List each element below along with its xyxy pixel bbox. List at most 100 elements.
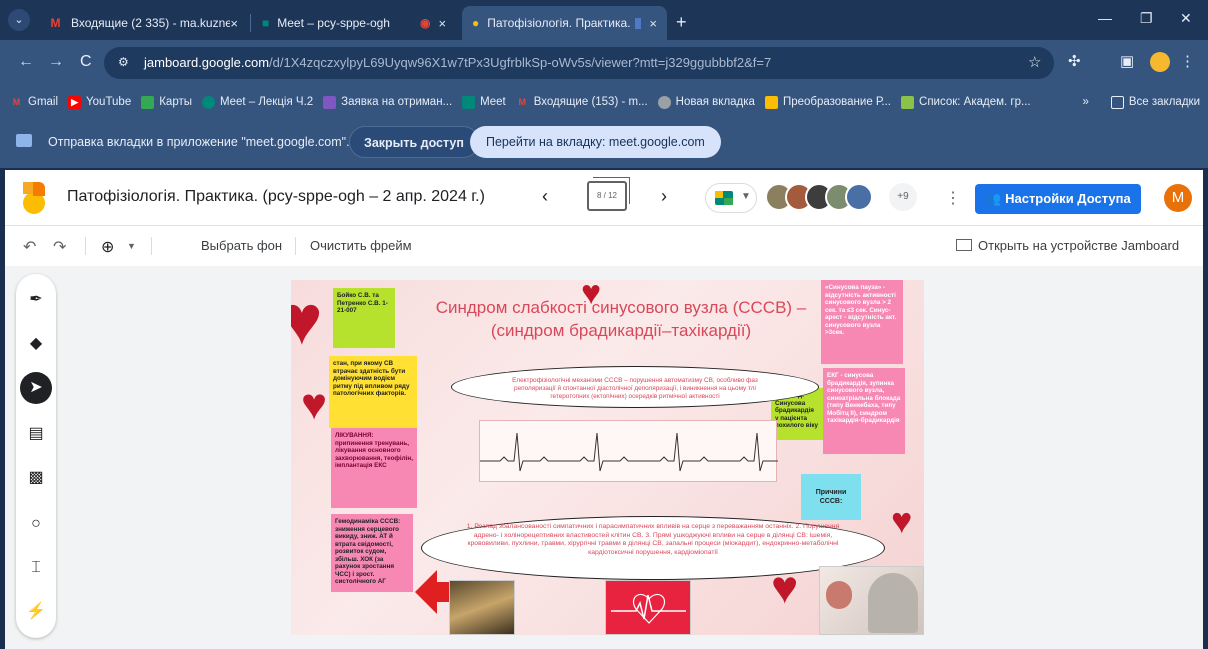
tab-jamboard[interactable]: ● Патофізіологія. Практика. ×	[462, 6, 667, 40]
tab-meet[interactable]: ■ Meet – pcy-sppe-ogh ◉ ×	[252, 6, 447, 40]
bookmark-star-icon[interactable]: ☆	[1028, 53, 1041, 71]
laser-icon[interactable]: ⚡	[24, 600, 48, 624]
stop-sharing-button[interactable]: Закрыть доступ	[349, 126, 479, 158]
bookmarks-overflow-button[interactable]: »	[1082, 96, 1088, 108]
clear-frame-button[interactable]: Очистить фрейм	[310, 238, 412, 253]
chevron-down-icon[interactable]: ▼	[127, 241, 136, 251]
sticky-note-definition[interactable]: стан, при якому СВ втрачає здатність бут…	[329, 356, 417, 428]
back-icon[interactable]: ←	[18, 53, 34, 71]
all-bookmarks-button[interactable]: Все закладки	[1110, 95, 1200, 109]
tool-palette: ✒ ◆ ➤ ▤ ▩ ○ ⌶ ⚡	[16, 274, 56, 638]
meet-icon	[715, 191, 733, 205]
close-icon[interactable]: ×	[230, 16, 238, 31]
more-options-icon[interactable]: ⋮	[945, 188, 961, 208]
meet-icon	[202, 95, 216, 109]
chest-pain-image[interactable]	[819, 566, 924, 635]
set-background-button[interactable]: Выбрать фон	[201, 238, 282, 253]
go-to-tab-button[interactable]: Перейти на вкладку: meet.google.com	[470, 126, 721, 158]
image-icon[interactable]: ▩	[24, 466, 48, 490]
more-participants-badge[interactable]: +9	[889, 183, 917, 211]
sharing-icon	[634, 17, 642, 29]
zoom-icon[interactable]: ⊕	[101, 237, 114, 257]
bookmark-meet[interactable]: Meet	[462, 95, 506, 109]
forward-icon[interactable]: →	[48, 53, 64, 71]
bookmark-gmail[interactable]: M Gmail	[10, 96, 58, 109]
url-path: /d/1X4zqczxylpyL69Uyqw96X1w7tPx3UgfrblkS…	[269, 55, 772, 70]
mechanisms-oval[interactable]: Електрофізіологічні механізми СССВ – пор…	[451, 366, 819, 408]
document-title[interactable]: Патофізіологія. Практика. (pcy-sppe-ogh …	[67, 188, 485, 206]
bookmark-youtube[interactable]: ▶ YouTube	[68, 95, 131, 109]
gmail-icon: M	[50, 16, 61, 30]
heart-decoration: ♥	[891, 500, 913, 541]
jamboard-header: Патофізіологія. Практика. (pcy-sppe-ogh …	[5, 170, 1203, 226]
jamboard-icon: ●	[472, 16, 480, 30]
sticky-note-causes[interactable]: Причини СССВ:	[801, 474, 861, 520]
painting-image[interactable]	[449, 580, 515, 635]
sticky-note-treatment[interactable]: ЛІКУВАННЯ: припинення тренувань, лікуван…	[331, 428, 417, 508]
url-input[interactable]: jamboard.google.com/d/1X4zqczxylpyL69Uyq…	[104, 47, 1054, 79]
tab-label: Входящие (2 335) - ma.kuznets	[70, 16, 231, 30]
text-box-icon[interactable]: ⌶	[24, 556, 48, 580]
share-button[interactable]: 👥 Настройки Доступа	[975, 184, 1141, 214]
bookmark-new-tab[interactable]: Новая вкладка	[657, 95, 755, 109]
forms-icon	[323, 95, 337, 109]
jamboard-toolbar: ↶ ↷ ⊕ ▼ Выбрать фон Очистить фрейм Откры…	[5, 227, 1203, 265]
extensions-icon[interactable]: ✣	[1068, 52, 1081, 70]
new-tab-icon[interactable]: +	[676, 12, 687, 33]
tab-gmail[interactable]: M Входящие (2 335) - ma.kuznets ×	[38, 6, 248, 40]
arrow-shape	[415, 570, 437, 614]
device-icon	[956, 239, 972, 251]
heart-anatomy-icon	[826, 581, 852, 609]
profile-avatar[interactable]	[1150, 52, 1170, 72]
chevron-down-icon: ▼	[741, 191, 751, 202]
minimize-icon[interactable]: —	[1098, 10, 1112, 26]
bookmark-inbox[interactable]: M Входящие (153) - m...	[516, 96, 648, 109]
sticky-note-sinus-pause[interactable]: «Синусова пауза» - відсутність активност…	[821, 280, 903, 364]
close-icon[interactable]: ×	[438, 16, 446, 31]
sticky-note-hemodynamics[interactable]: Гемодинаміка СССВ: зниження серцевого ви…	[331, 514, 413, 592]
bookmark-label: Преобразование Р...	[782, 96, 892, 108]
jamboard-logo	[23, 182, 51, 214]
tab-label: Meet – pcy-sppe-ogh	[277, 16, 390, 30]
browser-menu-icon[interactable]: ⋮	[1180, 52, 1195, 70]
side-panel-icon[interactable]: ▣	[1120, 52, 1134, 70]
sticky-note-authors[interactable]: Бойко С.В. та Петренко С.В. 1-21-007	[333, 288, 395, 348]
ecg-strip-image[interactable]	[479, 420, 778, 482]
globe-icon	[657, 95, 671, 109]
causes-oval[interactable]: 1. Розлад збалансованості симпатичних і …	[421, 516, 885, 580]
sticky-note-ecg[interactable]: ЕКГ - синусова брадикардія, зупинка сину…	[823, 368, 905, 454]
meet-button[interactable]: ▼	[705, 183, 757, 213]
bookmark-maps[interactable]: Карты	[141, 95, 192, 109]
pen-icon[interactable]: ✒	[24, 288, 48, 312]
jam-frame[interactable]: ♥ ♥ ♥ ♥ ♥ ♥ Синдром слабкості синусового…	[291, 280, 924, 635]
window-close-icon[interactable]: ✕	[1180, 10, 1192, 27]
reload-icon[interactable]: C	[80, 53, 92, 71]
site-info-icon[interactable]: ⚙	[118, 55, 132, 69]
undo-icon[interactable]: ↶	[23, 237, 36, 257]
eraser-icon[interactable]: ◆	[24, 332, 48, 356]
restore-icon[interactable]: ❐	[1140, 10, 1153, 27]
circle-icon[interactable]: ○	[24, 512, 48, 536]
bookmark-meet-lecture[interactable]: Meet – Лекція Ч.2	[202, 95, 313, 109]
redo-icon[interactable]: ↷	[53, 237, 66, 257]
overflow-label: »	[1082, 96, 1089, 108]
previous-frame-icon[interactable]: ‹	[542, 186, 548, 207]
recording-icon: ◉	[419, 16, 431, 30]
bookmark-label: Заявка на отриман...	[341, 96, 453, 108]
heart-ecg-icon	[611, 594, 686, 624]
bookmark-label: Входящие (153) - m...	[533, 96, 648, 108]
bookmark-list[interactable]: Список: Академ. гр...	[901, 95, 1031, 109]
bookmark-application[interactable]: Заявка на отриман...	[323, 95, 453, 109]
sticky-note-icon[interactable]: ▤	[24, 422, 48, 446]
meet-icon	[462, 95, 476, 109]
next-frame-icon[interactable]: ›	[661, 186, 667, 207]
heart-ecg-image[interactable]	[605, 580, 691, 635]
bookmark-label: Новая вкладка	[675, 96, 755, 108]
user-avatar[interactable]: M	[1164, 184, 1192, 212]
frame-counter[interactable]: 8 / 12	[587, 177, 630, 211]
bookmark-convert[interactable]: Преобразование Р...	[764, 95, 892, 109]
close-icon[interactable]: ×	[649, 16, 657, 31]
tab-search-icon[interactable]: ⌄	[8, 9, 30, 31]
open-on-device-button[interactable]: Открыть на устройстве Jamboard	[956, 238, 1179, 253]
select-icon[interactable]: ➤	[20, 372, 52, 404]
